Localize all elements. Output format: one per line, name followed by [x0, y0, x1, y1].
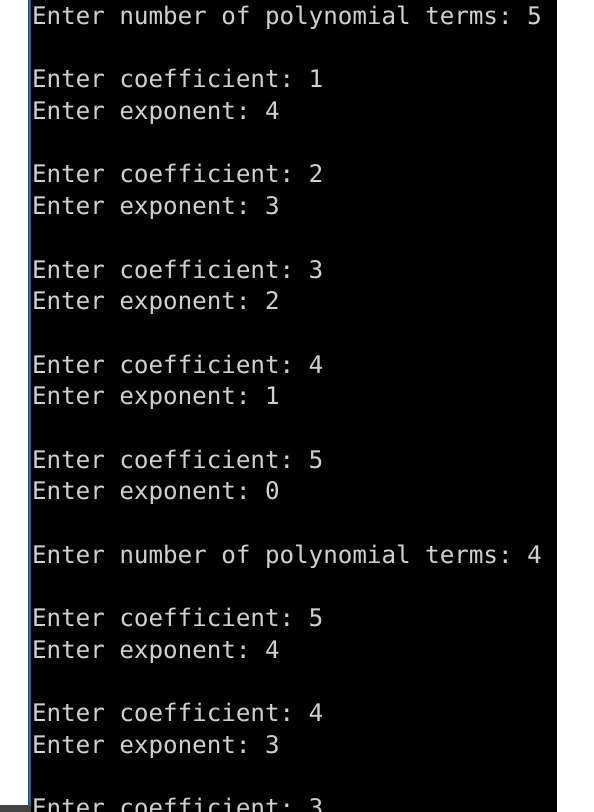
console-line: Enter coefficient: 5 — [32, 445, 324, 474]
console-line: Enter coefficient: 1 — [32, 65, 324, 94]
console-line: Enter exponent: 3 — [32, 192, 280, 221]
console-line: Enter exponent: 3 — [32, 730, 280, 759]
console-line: Enter coefficient: 4 — [32, 350, 324, 379]
console-line: Enter coefficient: 4 — [32, 699, 324, 728]
terminal-console-area[interactable]: Enter number of polynomial terms: 5 Ente… — [31, 0, 557, 812]
console-line: Enter exponent: 0 — [32, 477, 280, 506]
terminal-output-text: Enter number of polynomial terms: 5 Ente… — [32, 1, 557, 812]
console-line: Enter exponent: 4 — [32, 97, 280, 126]
console-line: Enter number of polynomial terms: 4 — [32, 540, 542, 569]
console-line: Enter coefficient: 2 — [32, 160, 324, 189]
console-line: Enter exponent: 1 — [32, 382, 280, 411]
page-right-margin — [557, 0, 594, 812]
bottom-scroll-strip[interactable] — [0, 805, 31, 812]
console-line: Enter number of polynomial terms: 5 — [32, 2, 542, 30]
console-line: Enter exponent: 4 — [32, 635, 280, 664]
console-line: Enter coefficient: 5 — [32, 604, 324, 633]
screenshot-root: Enter number of polynomial terms: 5 Ente… — [0, 0, 594, 812]
console-line: Enter exponent: 2 — [32, 287, 280, 316]
console-line: Enter coefficient: 3 — [32, 794, 324, 812]
page-left-margin — [0, 0, 27, 812]
console-line: Enter coefficient: 3 — [32, 255, 324, 284]
